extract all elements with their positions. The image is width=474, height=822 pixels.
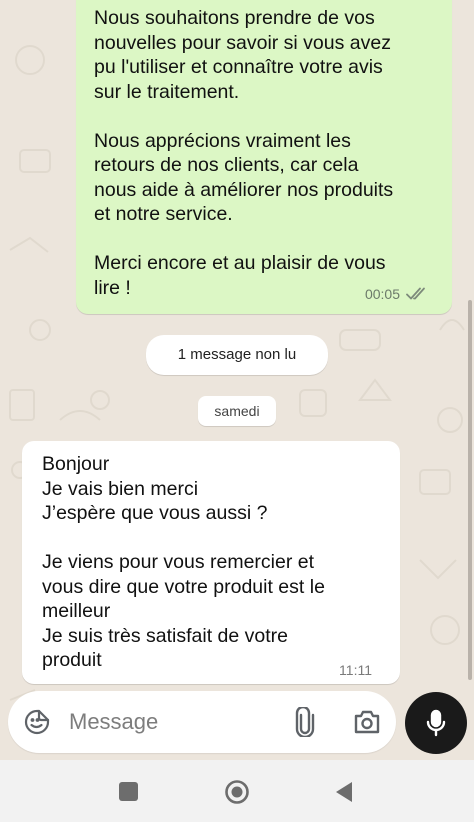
home-circle-icon[interactable] <box>224 779 250 805</box>
outgoing-message-time: 00:05 <box>364 286 400 302</box>
outgoing-message-meta: 00:05 <box>365 286 428 302</box>
chat-background: Nous souhaitons prendre de vos nouvelles… <box>0 0 474 760</box>
incoming-message-bubble[interactable]: Bonjour Je vais bien merci J’espère que … <box>22 441 400 684</box>
scrollbar[interactable] <box>468 300 472 680</box>
voice-message-button[interactable] <box>405 692 467 754</box>
message-input[interactable]: Message <box>69 691 158 753</box>
incoming-message-text: Bonjour Je vais bien merci J’espère que … <box>42 453 325 671</box>
microphone-icon <box>426 709 446 737</box>
back-triangle-icon[interactable] <box>333 780 355 804</box>
sticker-icon[interactable] <box>24 709 50 735</box>
outgoing-message-text: Nous souhaitons prendre de vos nouvelles… <box>94 7 394 299</box>
unread-messages-banner: 1 message non lu <box>146 335 328 375</box>
recents-square-icon[interactable] <box>119 782 138 801</box>
double-check-icon <box>406 287 425 300</box>
paperclip-icon[interactable] <box>291 707 319 737</box>
system-navigation-bar <box>0 760 474 822</box>
outgoing-message-bubble[interactable]: Nous souhaitons prendre de vos nouvelles… <box>76 0 452 314</box>
date-divider: samedi <box>198 396 276 426</box>
message-composer[interactable]: Message <box>8 691 396 753</box>
camera-icon[interactable] <box>353 709 381 735</box>
incoming-message-time: 11:11 <box>339 662 372 678</box>
